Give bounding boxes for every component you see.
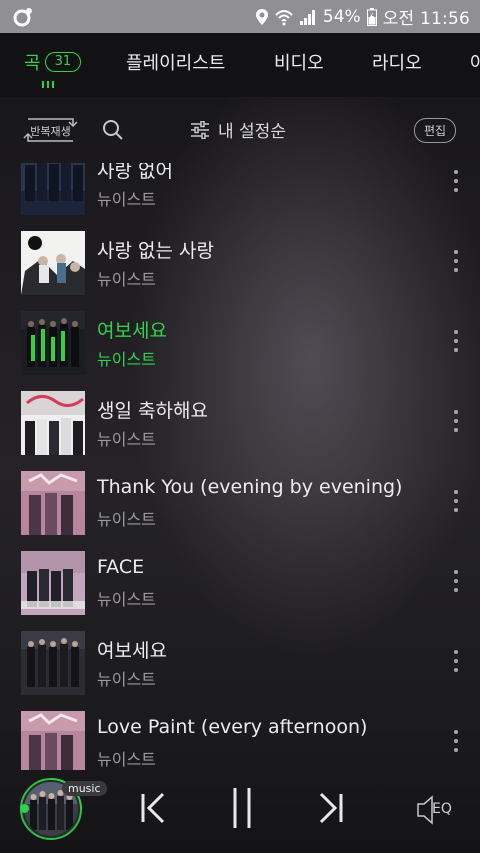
song-list: 사랑 없어 뉴이스트 사랑 없는 사랑 뉴이스트 여보세요 뉴이스트 생일 축하… bbox=[0, 163, 480, 770]
song-artist: 뉴이스트 bbox=[97, 510, 156, 529]
music-tag: music bbox=[62, 781, 107, 796]
wifi-icon bbox=[275, 9, 293, 25]
more-options-icon[interactable] bbox=[452, 650, 460, 672]
tab-playlist[interactable]: 플레이리스트 bbox=[126, 49, 225, 75]
album-art-image bbox=[21, 391, 85, 455]
next-icon[interactable] bbox=[316, 790, 346, 826]
pause-icon[interactable] bbox=[230, 786, 254, 830]
song-row[interactable]: 여보세요 뉴이스트 bbox=[0, 620, 480, 700]
album-art-image bbox=[21, 471, 85, 535]
song-artist: 뉴이스트 bbox=[97, 270, 156, 289]
search-icon bbox=[103, 120, 123, 140]
more-options-icon[interactable] bbox=[452, 490, 460, 512]
song-artist: 뉴이스트 bbox=[97, 350, 156, 369]
more-options-icon[interactable] bbox=[452, 330, 460, 352]
album-art bbox=[21, 711, 85, 770]
song-row[interactable]: Thank You (evening by evening) 뉴이스트 bbox=[0, 460, 480, 540]
mini-player: music EQ bbox=[0, 770, 480, 853]
category-tabs: 곡 31 플레이리스트 비디오 라디오 아 bbox=[0, 33, 480, 97]
song-artist: 뉴이스트 bbox=[97, 190, 156, 209]
song-artist: 뉴이스트 bbox=[97, 430, 156, 449]
album-art-image bbox=[21, 711, 85, 770]
album-art bbox=[21, 631, 85, 695]
repeat-label: 반복재생 bbox=[30, 125, 71, 138]
song-row[interactable]: 사랑 없어 뉴이스트 bbox=[0, 163, 480, 220]
song-row[interactable]: 생일 축하해요 뉴이스트 bbox=[0, 380, 480, 460]
album-art bbox=[21, 231, 85, 295]
album-art-image bbox=[21, 231, 85, 295]
album-art bbox=[21, 391, 85, 455]
eq-label: EQ bbox=[432, 801, 452, 817]
song-title: 사랑 없는 사랑 bbox=[97, 240, 214, 262]
song-title: 사랑 없어 bbox=[97, 163, 173, 182]
song-row[interactable]: FACE 뉴이스트 bbox=[0, 540, 480, 620]
eq-button[interactable]: EQ bbox=[416, 795, 460, 829]
more-options-icon[interactable] bbox=[452, 170, 460, 192]
more-options-icon[interactable] bbox=[452, 410, 460, 432]
sort-sliders-icon bbox=[191, 120, 209, 139]
status-bar: 54% 오전 11:56 bbox=[0, 0, 480, 33]
previous-icon[interactable] bbox=[138, 790, 168, 826]
song-artist: 뉴이스트 bbox=[97, 590, 156, 609]
song-title: Love Paint (every afternoon) bbox=[97, 716, 368, 738]
song-title: FACE bbox=[97, 556, 145, 578]
song-title: 생일 축하해요 bbox=[97, 400, 208, 422]
tab-songs-label: 곡 bbox=[24, 53, 41, 74]
battery-icon bbox=[366, 7, 377, 26]
album-art-image bbox=[21, 551, 85, 615]
album-art bbox=[21, 163, 85, 215]
tab-video[interactable]: 비디오 bbox=[274, 49, 324, 75]
album-art bbox=[21, 471, 85, 535]
song-row[interactable]: 여보세요 뉴이스트 bbox=[0, 300, 480, 380]
more-options-icon[interactable] bbox=[452, 730, 460, 752]
list-toolbar: 반복재생 내 설정순 편집 bbox=[0, 97, 480, 163]
song-title: 여보세요 bbox=[97, 640, 167, 662]
more-options-icon[interactable] bbox=[452, 250, 460, 272]
song-artist: 뉴이스트 bbox=[97, 750, 156, 769]
edit-button[interactable]: 편집 bbox=[414, 118, 457, 143]
location-icon bbox=[255, 8, 268, 25]
song-row[interactable]: Love Paint (every afternoon) 뉴이스트 bbox=[0, 700, 480, 770]
album-art-now-playing bbox=[21, 311, 85, 375]
sort-label: 내 설정순 bbox=[218, 122, 286, 142]
progress-dot[interactable] bbox=[20, 804, 29, 813]
tab-active-indicator bbox=[42, 81, 54, 88]
repeat-button[interactable]: 반복재생 bbox=[22, 115, 79, 145]
search-button[interactable] bbox=[102, 119, 124, 145]
sort-button[interactable]: 내 설정순 bbox=[190, 117, 286, 142]
status-time: 오전 11:56 bbox=[382, 9, 470, 29]
album-art bbox=[21, 551, 85, 615]
tab-more[interactable]: 아 bbox=[470, 49, 480, 75]
album-art-image bbox=[21, 311, 85, 375]
more-options-icon[interactable] bbox=[452, 570, 460, 592]
song-title: 여보세요 bbox=[97, 320, 167, 342]
song-title: Thank You (evening by evening) bbox=[97, 476, 403, 498]
song-artist: 뉴이스트 bbox=[97, 670, 156, 689]
tab-songs[interactable]: 곡 31 bbox=[24, 49, 82, 88]
album-art-image bbox=[21, 163, 85, 215]
app-notification-icon bbox=[13, 7, 32, 26]
signal-icon bbox=[299, 9, 315, 25]
album-art-image bbox=[21, 631, 85, 695]
battery-percent: 54% bbox=[322, 6, 361, 27]
song-row[interactable]: 사랑 없는 사랑 뉴이스트 bbox=[0, 220, 480, 300]
tab-radio[interactable]: 라디오 bbox=[372, 49, 422, 75]
song-count-badge: 31 bbox=[44, 52, 82, 72]
